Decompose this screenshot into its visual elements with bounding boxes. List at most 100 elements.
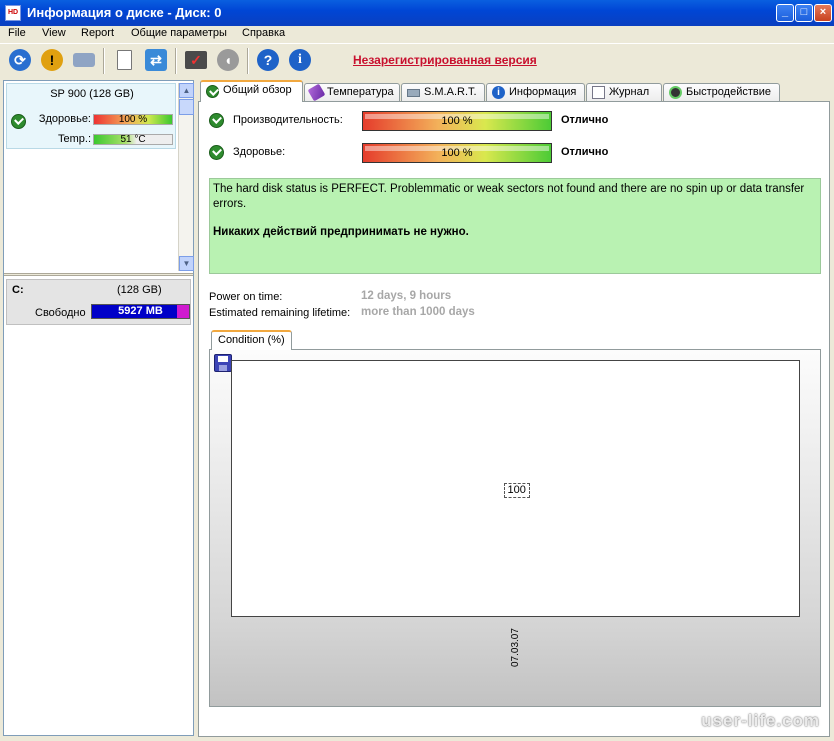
alert-icon: ! (41, 49, 63, 71)
toolbar-separator (247, 48, 249, 74)
scroll-thumb[interactable] (179, 99, 194, 115)
performance-value: 100 % (441, 115, 473, 127)
panel-splitter[interactable] (4, 273, 193, 276)
help-icon: ? (257, 49, 279, 71)
close-button[interactable]: × (814, 4, 832, 22)
document-icon (116, 50, 132, 70)
chart-plot-area: 100 (231, 360, 800, 617)
lifetime-value: more than 1000 days (361, 306, 475, 318)
tab-label: Журнал (609, 86, 650, 98)
maximize-button[interactable]: □ (795, 4, 813, 22)
check-icon (206, 85, 219, 98)
disk-list-panel: SP 900 (128 GB) Здоровье: 100 % Temp.: 5… (3, 80, 194, 736)
menu-settings[interactable]: Общие параметры (131, 27, 227, 39)
temp-bar: 51 °C (93, 134, 173, 145)
health-check-icon (209, 145, 224, 160)
health-bar: 100 % (362, 143, 552, 163)
alert-button[interactable]: ! (38, 46, 66, 74)
monitor-button[interactable]: ✓ (182, 46, 210, 74)
monitor-icon: ✓ (185, 51, 207, 69)
condition-chart: 100 07.03.07 (209, 349, 821, 707)
title-bar[interactable]: HD Информация о диске - Диск: 0 _ □ × (0, 0, 834, 26)
copy-icon: ⇄ (145, 49, 167, 71)
tab-information[interactable]: i Информация (486, 83, 585, 102)
power-on-label: Power on time: (209, 291, 283, 303)
tab-label: Температура (327, 86, 394, 98)
info-icon: i (289, 49, 311, 71)
menu-report[interactable]: Report (81, 27, 114, 39)
tab-label: S.M.A.R.T. (424, 86, 477, 98)
report-button[interactable] (110, 46, 138, 74)
health-value: 100 % (441, 147, 473, 159)
health-label: Здоровье: (38, 113, 91, 125)
overview-page: Производительность: 100 % Отлично Здоров… (198, 101, 830, 737)
temp-value: 51 °C (120, 134, 146, 145)
copy-button[interactable]: ⇄ (142, 46, 170, 74)
log-icon (592, 86, 605, 99)
help-button[interactable]: ? (254, 46, 282, 74)
app-icon: HD (5, 5, 21, 21)
x-tick-label: 07.03.07 (509, 628, 521, 667)
health-value: 100 % (118, 114, 148, 125)
tab-performance[interactable]: Быстродействие (663, 83, 780, 102)
speed-icon (669, 86, 682, 99)
toolbar: ⟳ ! ⇄ ✓ ◖ ? i Незарегистрированная верси… (0, 43, 834, 77)
tab-condition[interactable]: Condition (%) (211, 330, 292, 350)
drive-icon (407, 89, 420, 97)
performance-label: Производительность: (233, 114, 343, 126)
tab-label: Информация (509, 86, 577, 98)
performance-bar: 100 % (362, 111, 552, 131)
drive-icon (73, 53, 95, 67)
menu-view[interactable]: View (42, 27, 66, 39)
sound-button[interactable]: ◖ (214, 46, 242, 74)
performance-row: Производительность: 100 % Отлично (209, 111, 809, 131)
partition-letter: C: (12, 284, 24, 296)
free-space-bar: 5927 MB (91, 304, 190, 319)
tab-overview[interactable]: Общий обзор (200, 80, 303, 102)
disk-list-scrollbar[interactable]: ▲ ▼ (178, 83, 194, 271)
health-row: Здоровье: 100 % Отлично (209, 143, 809, 163)
disk-name: SP 900 (128 GB) (50, 88, 134, 100)
performance-rating: Отлично (561, 114, 609, 126)
menu-file[interactable]: File (8, 27, 26, 39)
drive-button[interactable] (70, 46, 98, 74)
tab-temperature[interactable]: Температура (304, 83, 400, 102)
used-space-segment (177, 305, 189, 318)
toolbar-separator (175, 48, 177, 74)
disk-item[interactable]: SP 900 (128 GB) Здоровье: 100 % Temp.: 5… (6, 83, 176, 149)
partition-size: (128 GB) (117, 284, 162, 296)
minimize-button[interactable]: _ (776, 4, 794, 22)
power-on-value: 12 days, 9 hours (361, 290, 452, 302)
refresh-button[interactable]: ⟳ (6, 46, 34, 74)
status-message-box: The hard disk status is PERFECT. Problem… (209, 178, 821, 274)
thermometer-icon (307, 83, 326, 102)
scroll-down-icon[interactable]: ▼ (179, 256, 194, 271)
health-label: Здоровье: (233, 146, 286, 158)
status-text: The hard disk status is PERFECT. Problem… (213, 183, 805, 210)
partition-item[interactable]: C: (128 GB) Свободно 5927 MB (6, 279, 191, 325)
speaker-icon: ◖ (217, 49, 239, 71)
info-icon: i (492, 86, 505, 99)
watermark: user-life.com (701, 711, 820, 730)
menu-help[interactable]: Справка (242, 27, 285, 39)
data-label: 100 (503, 482, 530, 498)
about-button[interactable]: i (286, 46, 314, 74)
toolbar-separator (103, 48, 105, 74)
scroll-up-icon[interactable]: ▲ (179, 83, 194, 98)
save-icon[interactable] (214, 354, 232, 372)
free-value: 5927 MB (118, 305, 163, 317)
tab-smart[interactable]: S.M.A.R.T. (401, 83, 485, 102)
action-text: Никаких действий предпринимать не нужно. (213, 226, 469, 238)
performance-ok-icon (209, 113, 224, 128)
refresh-icon: ⟳ (9, 49, 31, 71)
unregistered-link[interactable]: Незарегистрированная версия (353, 53, 537, 67)
main-tabs: Общий обзор Температура S.M.A.R.T. i Инф… (196, 80, 832, 102)
health-rating: Отлично (561, 146, 609, 158)
lifetime-label: Estimated remaining lifetime: (209, 307, 351, 319)
temp-label: Temp.: (57, 133, 91, 145)
tab-label: Быстродействие (686, 86, 771, 98)
health-bar: 100 % (93, 114, 173, 125)
disk-temp-row: Temp.: 51 °C (7, 133, 177, 147)
tab-log[interactable]: Журнал (586, 83, 662, 102)
tab-label: Общий обзор (223, 84, 292, 96)
